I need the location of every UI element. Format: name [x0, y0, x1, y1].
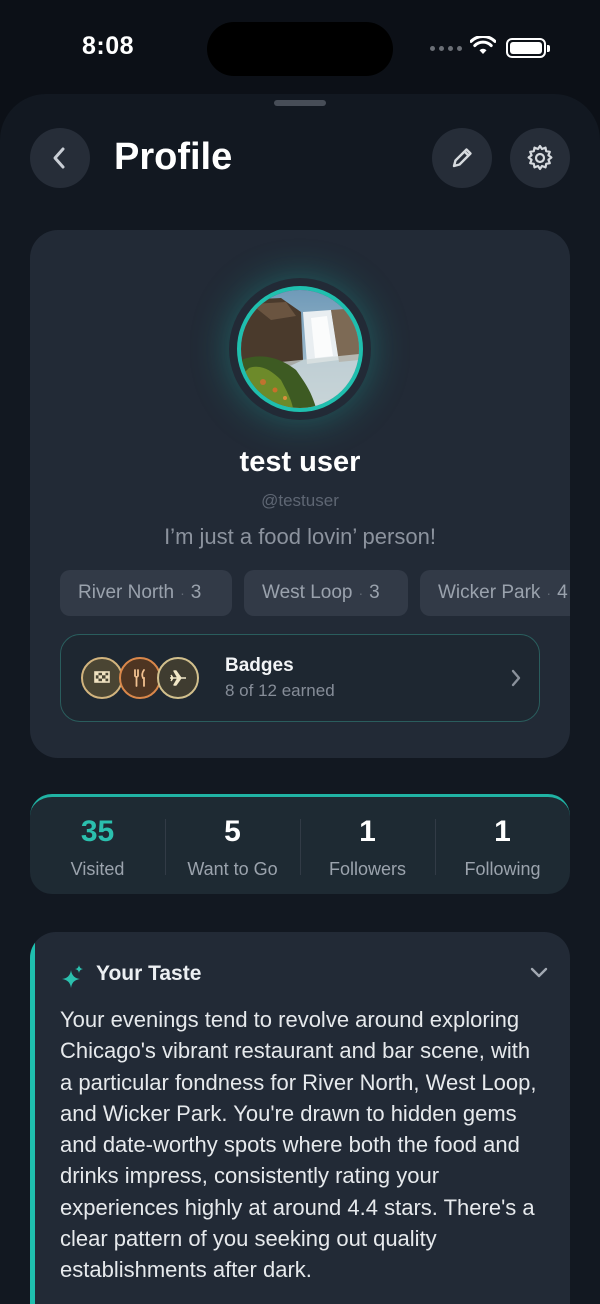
airplane-icon: [157, 657, 199, 699]
edit-profile-button[interactable]: [432, 128, 492, 188]
stats-card: 35 Visited 5 Want to Go 1 Followers 1 Fo…: [30, 794, 570, 894]
profile-sheet: Profile test user @testuser I’m just a f…: [0, 94, 600, 1304]
chip-separator: ·: [180, 585, 185, 601]
chip-count: 3: [369, 582, 380, 603]
utensils-icon: [119, 657, 161, 699]
avatar[interactable]: [237, 286, 363, 412]
chip-count: 4: [557, 582, 568, 603]
page-title: Profile: [114, 136, 233, 178]
chip-count: 3: [190, 582, 202, 603]
sheet-grabber[interactable]: [274, 100, 326, 106]
stat-label: Want to Go: [187, 859, 278, 879]
taste-header[interactable]: Your Taste: [60, 962, 550, 992]
taste-card: Your Taste Your evenings tend to revolve…: [30, 932, 570, 1304]
user-name: test user: [239, 446, 361, 478]
badges-title: Badges: [225, 655, 294, 676]
stat-want-to-go[interactable]: 5 Want to Go: [165, 797, 300, 894]
stat-followers[interactable]: 1 Followers: [300, 797, 435, 894]
stat-label: Following: [464, 859, 541, 879]
chevron-down-icon[interactable]: [528, 966, 550, 980]
badges-row[interactable]: Badges 8 of 12 earned: [60, 634, 540, 722]
badges-subtitle: 8 of 12 earned: [225, 681, 335, 700]
neighborhood-chips: River North · 3 West Loop · 3 Wicker Park · 4: [60, 570, 570, 618]
chip-river-north[interactable]: River North · 3: [60, 570, 232, 616]
chip-separator: ·: [546, 585, 552, 601]
status-time: 8:08: [82, 32, 135, 60]
stat-following[interactable]: 1 Following: [435, 797, 570, 894]
chevron-left-icon: [53, 147, 65, 169]
stat-value: 35: [80, 815, 115, 848]
profile-card: test user @testuser I’m just a food lovi…: [30, 230, 570, 758]
battery-icon: [506, 38, 550, 58]
settings-button[interactable]: [510, 128, 570, 188]
badge-icons: [81, 657, 205, 701]
checkered-flag-icon: [81, 657, 123, 699]
sparkle-icon: [62, 965, 83, 988]
stat-value: 1: [359, 815, 376, 848]
chip-wicker-park[interactable]: Wicker Park · 4: [420, 570, 570, 616]
gear-icon: [527, 144, 553, 171]
chip-label: Wicker Park: [438, 582, 541, 603]
chip-label: River North: [78, 582, 175, 603]
stat-label: Visited: [70, 859, 125, 879]
user-handle: @testuser: [261, 491, 339, 510]
cellular-signal-icon: [430, 46, 462, 51]
chevron-right-icon: [511, 669, 521, 687]
dynamic-island: [207, 22, 393, 76]
pencil-icon: [452, 148, 472, 168]
stat-label: Followers: [328, 859, 407, 879]
stat-value: 1: [494, 815, 511, 848]
user-bio: I’m just a food lovin’ person!: [164, 524, 436, 549]
back-button[interactable]: [30, 128, 90, 188]
status-bar: 8:08: [0, 0, 600, 92]
chip-label: West Loop: [262, 582, 353, 603]
taste-title: Your Taste: [96, 962, 202, 985]
stat-visited[interactable]: 35 Visited: [30, 797, 165, 894]
wifi-icon: [470, 36, 496, 54]
stat-value: 5: [224, 815, 241, 848]
taste-summary-text: Your evenings tend to revolve around exp…: [60, 1007, 537, 1283]
chip-separator: ·: [358, 585, 364, 601]
chip-west-loop[interactable]: West Loop · 3: [244, 570, 408, 616]
header: Profile: [30, 128, 570, 188]
taste-accent-bar: [30, 932, 35, 1304]
avatar-waterfall-photo: [241, 290, 359, 408]
